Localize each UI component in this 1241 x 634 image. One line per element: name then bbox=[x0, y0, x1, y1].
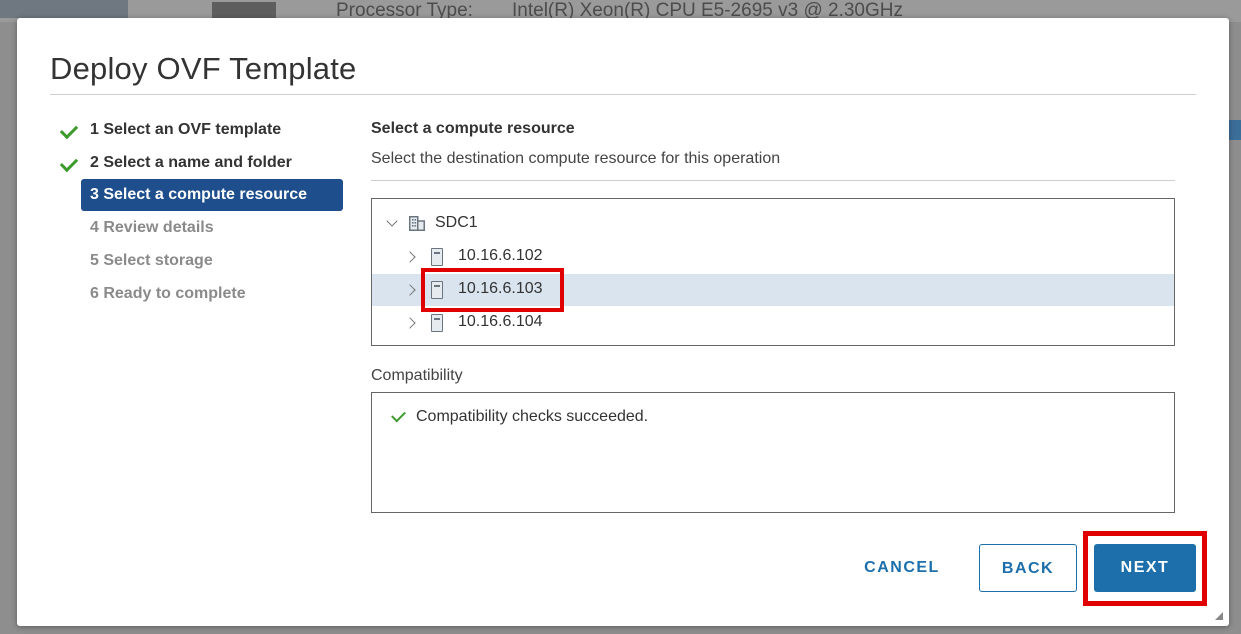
chevron-right-icon[interactable] bbox=[404, 317, 416, 329]
tree-row-datacenter[interactable]: SDC1 bbox=[372, 208, 1174, 240]
back-button[interactable]: BACK bbox=[979, 544, 1077, 592]
compatibility-box: Compatibility checks succeeded. bbox=[371, 392, 1175, 513]
compatibility-message: Compatibility checks succeeded. bbox=[416, 408, 649, 425]
step-label: 2 Select a name and folder bbox=[90, 154, 292, 171]
step-5: 5 Select storage bbox=[57, 244, 357, 277]
check-icon bbox=[391, 407, 406, 423]
step-3[interactable]: 3 Select a compute resource bbox=[81, 179, 343, 211]
step-2[interactable]: 2 Select a name and folder bbox=[57, 146, 357, 179]
step-1[interactable]: 1 Select an OVF template bbox=[57, 113, 357, 146]
background-block bbox=[1228, 120, 1241, 140]
deploy-ovf-dialog: Deploy OVF Template 1 Select an OVF temp… bbox=[17, 18, 1229, 626]
step-4: 4 Review details bbox=[57, 211, 357, 244]
background-block bbox=[0, 0, 128, 18]
host-icon bbox=[431, 314, 443, 332]
datacenter-label: SDC1 bbox=[435, 214, 478, 231]
step-label: 6 Ready to complete bbox=[90, 285, 246, 302]
step-label: 4 Review details bbox=[90, 219, 214, 236]
content-heading: Select a compute resource bbox=[371, 120, 575, 137]
step-label: 3 Select a compute resource bbox=[90, 186, 307, 203]
content-divider bbox=[371, 180, 1175, 181]
wizard-steps: 1 Select an OVF template 2 Select a name… bbox=[57, 113, 357, 310]
selection-highlight-box bbox=[421, 268, 564, 312]
compatibility-label: Compatibility bbox=[371, 367, 463, 384]
chevron-down-icon[interactable] bbox=[386, 215, 398, 227]
datacenter-icon bbox=[409, 216, 425, 231]
resize-handle[interactable] bbox=[1215, 612, 1223, 620]
host-icon bbox=[431, 248, 443, 266]
chevron-right-icon[interactable] bbox=[404, 251, 416, 263]
host-label: 10.16.6.102 bbox=[458, 247, 543, 264]
dialog-title: Deploy OVF Template bbox=[50, 51, 357, 86]
chevron-right-icon[interactable] bbox=[404, 284, 416, 296]
step-label: 1 Select an OVF template bbox=[90, 121, 282, 138]
check-icon bbox=[59, 153, 79, 173]
check-icon bbox=[59, 120, 79, 140]
title-divider bbox=[50, 94, 1196, 95]
cancel-button[interactable]: CANCEL bbox=[847, 544, 957, 592]
step-6: 6 Ready to complete bbox=[57, 277, 357, 310]
next-button[interactable]: NEXT bbox=[1094, 544, 1196, 592]
content-subheading: Select the destination compute resource … bbox=[371, 150, 781, 167]
background-block bbox=[212, 2, 276, 18]
step-label: 5 Select storage bbox=[90, 252, 213, 269]
host-label: 10.16.6.104 bbox=[458, 313, 543, 330]
